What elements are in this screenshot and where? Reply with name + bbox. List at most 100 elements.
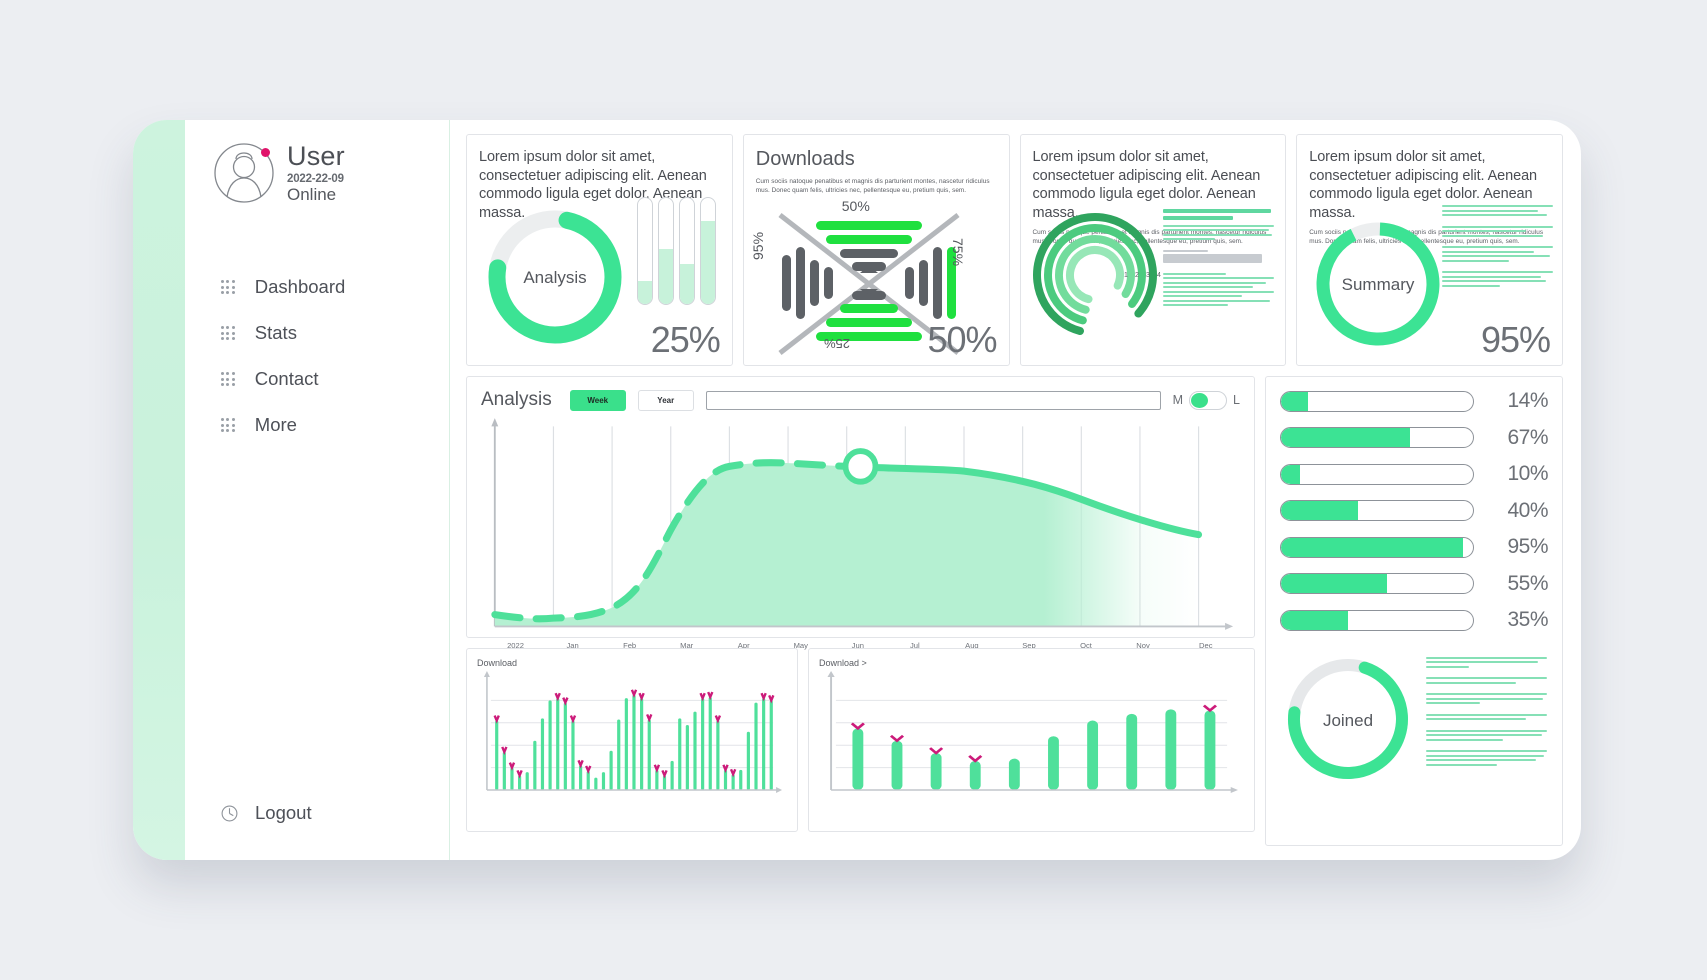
sidebar-item-dashboard[interactable]: Dashboard xyxy=(185,276,449,298)
sidebar-item-label: Dashboard xyxy=(254,276,346,297)
size-toggle-group: M L xyxy=(1172,390,1240,410)
progress-track[interactable] xyxy=(1280,609,1474,631)
ring-tick-label: 3 xyxy=(1146,272,1150,279)
capsule-bar xyxy=(636,197,653,305)
x-label-left: 95% xyxy=(749,231,766,260)
summary-donut-chart: Summary xyxy=(1316,222,1440,346)
sidebar-item-label: Stats xyxy=(254,322,297,343)
progress-row: 10% xyxy=(1280,462,1549,486)
size-left-label: M xyxy=(1172,393,1184,407)
metrics-panel: 14% 67% 10% 40% 95% 55% 35% Joined xyxy=(1265,376,1563,846)
analysis-donut-chart: Analysis xyxy=(488,210,622,344)
download-dense-bar-chart xyxy=(483,671,783,793)
progress-track[interactable] xyxy=(1280,536,1474,558)
segment-week[interactable]: Week xyxy=(569,389,626,411)
download-bar-chart-card: Download > xyxy=(808,648,1255,832)
progress-row: 35% xyxy=(1280,608,1549,632)
capsule-bar xyxy=(657,197,674,305)
x-label-bottom: 25% xyxy=(823,336,850,351)
donut-center-label: Summary xyxy=(1342,275,1415,294)
sidebar-item-more[interactable]: More xyxy=(185,414,449,436)
size-right-label: L xyxy=(1233,393,1240,407)
status-dot xyxy=(261,148,270,157)
main-content: Lorem ipsum dolor sit amet, consectetuer… xyxy=(450,120,1581,860)
chart-title: Download > xyxy=(819,658,867,668)
progress-track[interactable] xyxy=(1280,573,1474,594)
segment-year[interactable]: Year xyxy=(637,389,694,411)
progress-track[interactable] xyxy=(1280,390,1474,412)
progress-row: 40% xyxy=(1280,498,1549,523)
logout-label: Logout xyxy=(255,802,312,823)
analysis-panel: Analysis Week Year M L 2022 Jan Feb Mar … xyxy=(466,376,1255,650)
sidebar-item-stats[interactable]: Stats xyxy=(185,322,449,344)
profile-status: Online xyxy=(287,184,337,204)
analysis-toolbar: Analysis Week Year M L xyxy=(481,389,1240,411)
chart-title: Download xyxy=(477,658,518,668)
size-toggle[interactable] xyxy=(1189,390,1228,410)
joined-block: Joined xyxy=(1280,651,1548,787)
ring-tick-label: 1 xyxy=(1124,272,1128,279)
grid-dots-icon xyxy=(221,418,235,432)
analysis-search-input[interactable] xyxy=(705,390,1161,410)
card-rings: Lorem ipsum dolor sit amet, consectetuer… xyxy=(1019,134,1287,366)
card-percent-value: 95% xyxy=(1480,319,1551,360)
profile-block[interactable]: User 2022-22-09 Online xyxy=(185,120,449,204)
grid-dots-icon xyxy=(221,372,235,386)
placeholder-text-block xyxy=(1442,205,1554,289)
progress-value: 55% xyxy=(1507,571,1548,595)
avatar[interactable] xyxy=(213,142,275,204)
progress-row: 67% xyxy=(1280,425,1549,450)
progress-value: 67% xyxy=(1507,425,1548,449)
sidebar-item-contact[interactable]: Contact xyxy=(185,368,449,390)
power-icon xyxy=(221,805,238,821)
sidebar-item-label: More xyxy=(254,414,297,435)
x-label-right: 75% xyxy=(949,238,966,267)
progress-value: 95% xyxy=(1507,535,1548,558)
capsule-bar xyxy=(699,197,716,305)
donut-center-label: Joined xyxy=(1323,711,1373,730)
bottom-charts-row: Download Download > xyxy=(466,648,1255,832)
card-downloads: Downloads Cum sociis natoque penatibus e… xyxy=(742,134,1010,366)
grid-dots-icon xyxy=(221,326,235,340)
progress-value: 40% xyxy=(1507,498,1548,522)
placeholder-text-block xyxy=(1163,209,1275,309)
ring-tick-label: 4 xyxy=(1157,272,1161,279)
capsule-bar-group xyxy=(636,197,716,305)
window-accent-edge xyxy=(133,120,185,860)
joined-donut-chart: Joined xyxy=(1288,658,1408,779)
capsule-bar xyxy=(678,197,695,305)
card-micro-text: Cum sociis natoque penatibus et magnis d… xyxy=(755,178,990,195)
progress-track[interactable] xyxy=(1280,500,1474,521)
concentric-rings-chart: 1 2 3 4 xyxy=(1032,213,1161,337)
progress-row: 14% xyxy=(1280,389,1549,413)
card-title: Downloads xyxy=(755,148,855,170)
card-analysis: Lorem ipsum dolor sit amet, consectetuer… xyxy=(466,134,733,366)
placeholder-text-block xyxy=(1426,651,1548,769)
ring-tick-label: 2 xyxy=(1135,272,1139,279)
progress-row: 95% xyxy=(1280,535,1549,559)
analysis-area-chart xyxy=(491,418,1234,630)
mid-left-column: Analysis Week Year M L 2022 Jan Feb Mar … xyxy=(466,376,1255,846)
logout-button[interactable]: Logout xyxy=(185,802,449,824)
progress-track[interactable] xyxy=(1280,427,1474,448)
analysis-title: Analysis xyxy=(481,389,552,410)
profile-name: User xyxy=(287,141,345,172)
screen: User 2022-22-09 Online Dashboard Stats C… xyxy=(0,0,1707,980)
grid-dots-icon xyxy=(221,280,235,294)
download-bar-chart xyxy=(827,671,1238,793)
progress-value: 35% xyxy=(1507,608,1548,631)
x-label-top: 50% xyxy=(841,198,870,214)
analysis-chart xyxy=(481,417,1240,641)
card-percent-value: 25% xyxy=(650,319,721,360)
card-summary: Lorem ipsum dolor sit amet, consectetuer… xyxy=(1296,134,1563,366)
progress-track[interactable] xyxy=(1280,463,1474,485)
progress-value: 10% xyxy=(1507,462,1548,485)
mid-row: Analysis Week Year M L 2022 Jan Feb Mar … xyxy=(466,376,1563,846)
progress-value: 14% xyxy=(1507,389,1548,412)
sidebar: User 2022-22-09 Online Dashboard Stats C… xyxy=(185,120,450,860)
donut-center-label: Analysis xyxy=(523,268,586,287)
top-cards-row: Lorem ipsum dolor sit amet, consectetuer… xyxy=(466,134,1563,366)
sidebar-nav: Dashboard Stats Contact More xyxy=(185,276,449,436)
sidebar-item-label: Contact xyxy=(254,368,319,389)
app-window: User 2022-22-09 Online Dashboard Stats C… xyxy=(133,120,1581,860)
